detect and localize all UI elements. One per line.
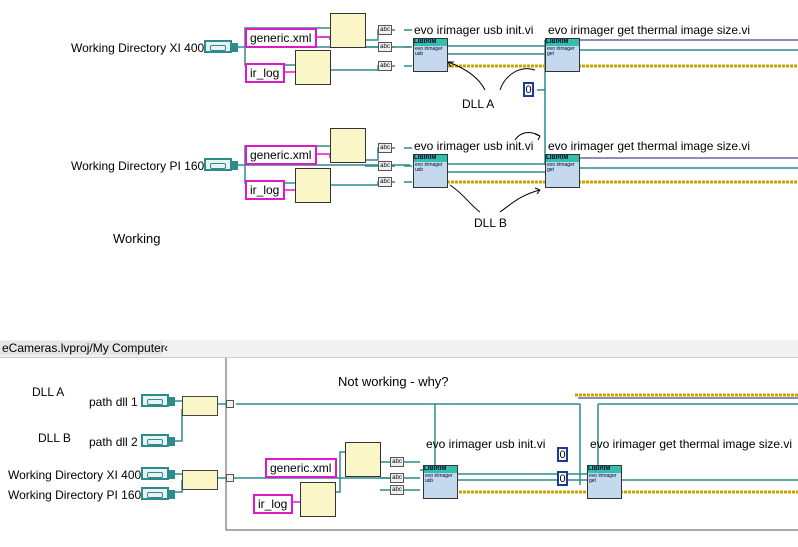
vi-body: evo irimager get	[547, 162, 575, 173]
vi-usb-init-b[interactable]: LIBIRIM evo irimager usb	[423, 465, 458, 499]
vi-thermal-size-2[interactable]: LIBIRIM evo irimager get	[545, 154, 580, 188]
string-constant-generic-xml-b[interactable]: generic.xml	[265, 458, 337, 478]
string-constant-ir-log-2[interactable]: ir_log	[245, 180, 285, 200]
path-to-string-node[interactable]: abc	[378, 177, 392, 187]
path-control-xi400-b[interactable]	[141, 467, 169, 480]
label-dll-a: DLL A	[32, 385, 65, 399]
path-to-string-node[interactable]: abc	[378, 25, 392, 35]
vi-body: evo irimager usb	[415, 46, 443, 57]
control-terminal	[168, 470, 175, 479]
path-control-pi160[interactable]	[204, 158, 232, 171]
caption-not-working: Not working - why?	[338, 374, 449, 389]
vi-usb-init-2[interactable]: LIBIRIM evo irimager usb	[413, 154, 448, 188]
vi-header: LIBIRIM	[588, 466, 621, 473]
vi-title-size-2: evo irimager get thermal image size.vi	[548, 139, 751, 153]
array-index-tunnel	[226, 400, 234, 408]
build-array-node[interactable]	[182, 396, 218, 416]
path-control-dll1[interactable]	[141, 394, 169, 407]
vi-title-init: evo irimager usb init.vi	[414, 23, 534, 37]
vi-thermal-size[interactable]: LIBIRIM evo irimager get	[545, 38, 580, 72]
numeric-constant-zero[interactable]: 0	[523, 82, 534, 97]
string-constant-generic-xml[interactable]: generic.xml	[245, 28, 317, 48]
vi-header: LIBIRIM	[414, 155, 447, 162]
build-path-block[interactable]	[330, 128, 366, 163]
build-path-block[interactable]	[295, 168, 331, 203]
path-to-string-node[interactable]: abc	[390, 457, 404, 467]
build-array-node-2[interactable]	[182, 470, 218, 490]
input-label-pi160-b: Working Directory PI 160	[8, 488, 142, 502]
input-label-pi160: Working Directory PI 160	[71, 159, 205, 173]
status-working: Working	[113, 231, 161, 246]
string-constant-ir-log[interactable]: ir_log	[245, 63, 285, 83]
path-control-pi160-b[interactable]	[141, 487, 169, 500]
vi-title-size: evo irimager get thermal image size.vi	[548, 23, 751, 37]
scroll-left-icon[interactable]: ‹	[164, 341, 168, 355]
vi-title-init-b: evo irimager usb init.vi	[426, 437, 546, 451]
path-to-string-node[interactable]: abc	[390, 473, 404, 483]
control-terminal	[168, 397, 175, 406]
project-tab-bar: eCameras.lvproj/My Computer ‹	[0, 340, 798, 358]
vi-usb-init[interactable]: LIBIRIM evo irimager usb	[413, 38, 448, 72]
build-path-block-b[interactable]	[300, 482, 336, 517]
path-to-string-node[interactable]: abc	[378, 61, 392, 71]
control-terminal	[231, 161, 238, 170]
vi-header: LIBIRIM	[414, 39, 447, 46]
label-path-dll-2: path dll 2	[89, 435, 138, 449]
vi-thermal-size-b[interactable]: LIBIRIM evo irimager get	[587, 465, 622, 499]
string-constant-ir-log-b[interactable]: ir_log	[253, 494, 293, 514]
vi-body: evo irimager usb	[415, 162, 443, 173]
input-label-xi400-b: Working Directory XI 400	[8, 468, 142, 482]
array-index-tunnel	[226, 474, 234, 482]
numeric-constant-zero-b2[interactable]: 0	[557, 471, 568, 486]
vi-title-init-2: evo irimager usb init.vi	[414, 139, 534, 153]
path-to-string-node[interactable]: abc	[390, 485, 404, 495]
control-terminal	[168, 490, 175, 499]
vi-header: LIBIRIM	[546, 155, 579, 162]
build-path-block[interactable]	[295, 50, 331, 85]
vi-body: evo irimager get	[547, 46, 575, 57]
vi-header: LIBIRIM	[424, 466, 457, 473]
vi-body: evo irimager usb	[425, 473, 453, 484]
project-path-tab[interactable]: eCameras.lvproj/My Computer	[0, 341, 165, 355]
control-terminal	[168, 437, 175, 446]
path-control-xi400[interactable]	[204, 40, 232, 53]
annotation-dll-b: DLL B	[474, 216, 507, 230]
input-label-xi400: Working Directory XI 400	[71, 41, 205, 55]
numeric-constant-zero-b1[interactable]: 0	[557, 447, 568, 462]
path-to-string-node[interactable]: abc	[378, 161, 392, 171]
build-path-block[interactable]	[330, 13, 366, 48]
label-path-dll-1: path dll 1	[89, 395, 138, 409]
vi-title-size-b: evo irimager get thermal image size.vi	[590, 437, 793, 451]
vi-header: LIBIRIM	[546, 39, 579, 46]
string-constant-generic-xml-2[interactable]: generic.xml	[245, 145, 317, 165]
build-path-block-b[interactable]	[345, 442, 381, 477]
path-control-dll2[interactable]	[141, 434, 169, 447]
vi-body: evo irimager get	[589, 473, 617, 484]
annotation-dll-a: DLL A	[462, 97, 495, 111]
path-to-string-node[interactable]: abc	[378, 42, 392, 52]
control-terminal	[231, 43, 238, 52]
path-to-string-node[interactable]: abc	[378, 143, 392, 153]
label-dll-b: DLL B	[38, 431, 71, 445]
